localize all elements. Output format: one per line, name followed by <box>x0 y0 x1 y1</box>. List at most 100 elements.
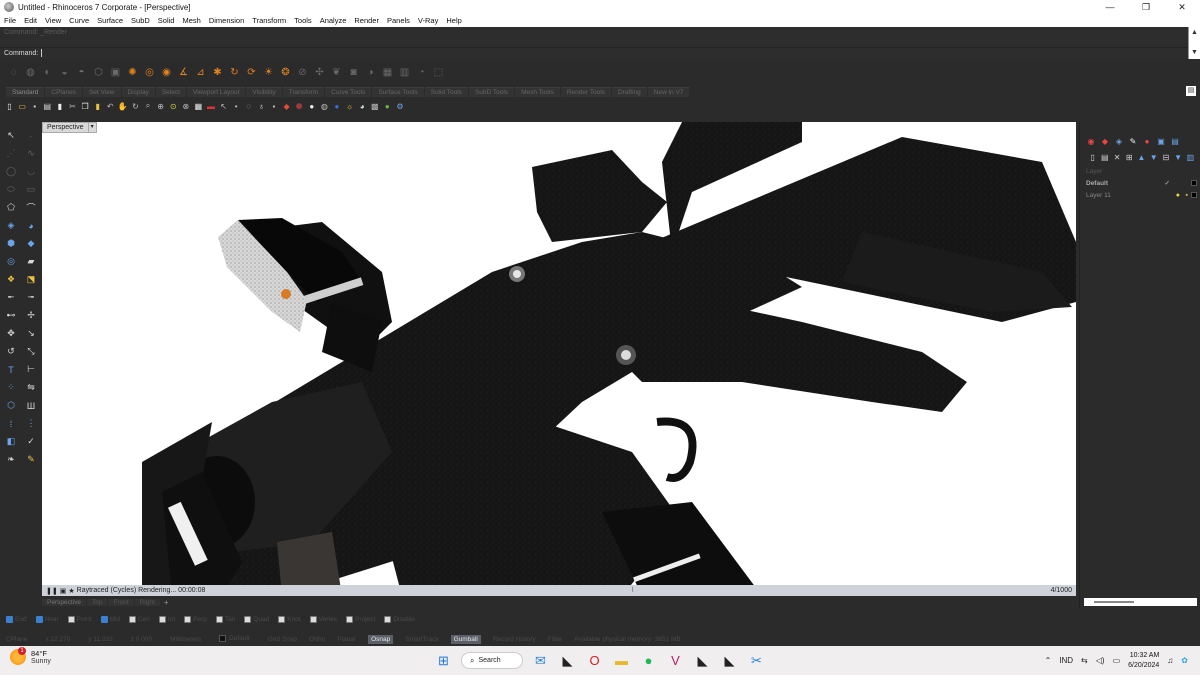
osnap-perp[interactable]: Perp <box>184 615 207 623</box>
target-icon[interactable]: ◎ <box>142 65 157 80</box>
chevron-up-icon[interactable]: ⌃ <box>1045 656 1052 665</box>
osnap-disable[interactable]: Disable <box>384 615 415 623</box>
mail-app-icon[interactable]: ✉ <box>531 651 550 670</box>
grid-points-icon[interactable]: ⁞ <box>2 415 20 432</box>
viewport-tab-perspective[interactable]: Perspective <box>42 598 86 606</box>
extrude-icon[interactable]: ⬡ <box>91 65 106 80</box>
zoom-selected-icon[interactable]: ⊗ <box>180 101 191 112</box>
free-curve-icon[interactable]: ⌒ <box>22 199 40 216</box>
zoom-icon[interactable]: ⌕ <box>143 101 154 112</box>
curve-tool-icon[interactable]: ◌ <box>6 65 21 80</box>
scale-icon[interactable]: ⤡ <box>22 343 40 360</box>
save-icon[interactable]: ▪ <box>29 101 40 112</box>
frame-icon[interactable]: ⬚ <box>431 65 446 80</box>
point-icon[interactable]: • <box>231 101 242 112</box>
materials-tab-icon[interactable]: ✎ <box>1127 136 1139 146</box>
tree-icon[interactable]: ❦ <box>329 65 344 80</box>
layer-icon[interactable]: ◆ <box>281 101 292 112</box>
tab-viewport-layout[interactable]: Viewport Layout <box>186 87 246 97</box>
more-tabs-icon[interactable]: ▤ <box>1186 86 1196 96</box>
new-file-icon[interactable]: ▯ <box>4 101 15 112</box>
pan-hand-icon[interactable]: ✋ <box>117 101 128 112</box>
network-icon[interactable]: ⇆ <box>1081 656 1088 665</box>
layer-tree-icon[interactable]: ⊞ <box>1124 152 1135 162</box>
open-folder-icon[interactable]: ▭ <box>17 101 28 112</box>
tab-standard[interactable]: Standard <box>6 87 45 97</box>
cut-icon[interactable]: ✂ <box>67 101 78 112</box>
opera-browser-icon[interactable]: O <box>585 651 604 670</box>
blend-icon[interactable]: ❧ <box>2 451 20 468</box>
split-icon[interactable]: ╼ <box>22 289 40 306</box>
notification-bell-icon[interactable]: ♫ <box>1167 656 1173 665</box>
tab-drafting[interactable]: Drafting <box>612 87 647 97</box>
panel-scrollbar[interactable] <box>1084 598 1197 606</box>
cylinder-icon[interactable]: ⬢ <box>2 235 20 252</box>
osnap-int[interactable]: Int <box>158 615 175 623</box>
ellipse-icon[interactable]: ⬭ <box>2 181 20 198</box>
copy-object-icon[interactable]: ↘ <box>22 325 40 342</box>
command-line[interactable]: Command: <box>0 47 1188 59</box>
render-icon[interactable]: ☼ <box>344 101 355 112</box>
new-layer-icon[interactable]: ▯ <box>1087 152 1098 162</box>
pane-ortho[interactable]: Ortho <box>309 636 325 643</box>
print-icon[interactable]: ▤ <box>42 101 53 112</box>
layer-row[interactable]: Layer 11 ● ▪ <box>1080 189 1200 201</box>
viewport-tab-right[interactable]: Right <box>134 598 160 606</box>
file-explorer-icon[interactable]: ▬ <box>612 651 631 670</box>
scroll-up-icon[interactable]: ▲ <box>1189 27 1200 39</box>
rhino-app-icon[interactable]: ◣ <box>558 651 577 670</box>
cplane-icon[interactable]: ▬ <box>206 101 217 112</box>
osnap-mid[interactable]: Mid <box>100 615 120 623</box>
layers-tab-icon[interactable]: ◆ <box>1099 136 1111 146</box>
paste-icon[interactable]: ▮ <box>92 101 103 112</box>
spot-light-icon[interactable]: ◉ <box>159 65 174 80</box>
link-icon[interactable]: ⊘ <box>295 65 310 80</box>
zoom-extents-icon[interactable]: ⊙ <box>168 101 179 112</box>
rotate-icon[interactable]: ↻ <box>227 65 242 80</box>
viewport-menu-icon[interactable]: ▾ <box>88 122 97 133</box>
osnap-project[interactable]: Project <box>346 615 375 623</box>
arc-icon[interactable]: ◡ <box>22 163 40 180</box>
scroll-down-icon[interactable]: ▼ <box>1189 47 1200 59</box>
rectangle-icon[interactable]: ▭ <box>22 181 40 198</box>
filter-icon[interactable]: ▼ <box>1173 152 1184 162</box>
spin-icon[interactable]: ⟳ <box>244 65 259 80</box>
box-edit-icon[interactable]: ▣ <box>108 65 123 80</box>
pane-record-history[interactable]: Record History <box>493 636 536 643</box>
osnap-vertex[interactable]: Vertex <box>309 615 337 623</box>
mirror-icon[interactable]: ⇋ <box>22 379 40 396</box>
sphere-icon[interactable]: ◕ <box>22 217 40 234</box>
options-gear-icon[interactable]: ⚙ <box>394 101 405 112</box>
sphere-shaded-icon[interactable]: ● <box>306 101 317 112</box>
menu-edit[interactable]: Edit <box>24 16 37 25</box>
torus-icon[interactable]: ◎ <box>2 253 20 270</box>
clock[interactable]: 10:32 AM 6/20/2024 <box>1128 651 1159 671</box>
move-up-icon[interactable]: ▲ <box>1136 152 1147 162</box>
osnap-end[interactable]: End <box>6 615 27 623</box>
osnap-knot[interactable]: Knot <box>278 615 301 623</box>
render-tab-icon[interactable]: ◈ <box>1113 136 1125 146</box>
windows-start-icon[interactable]: ⊞ <box>434 651 453 670</box>
menu-vray[interactable]: V-Ray <box>418 16 438 25</box>
control-points-icon[interactable]: ⋮ <box>22 415 40 432</box>
pane-planar[interactable]: Planar <box>337 636 356 643</box>
menu-view[interactable]: View <box>45 16 61 25</box>
tab-cplanes[interactable]: CPlanes <box>45 87 82 97</box>
tab-mesh-tools[interactable]: Mesh Tools <box>515 87 560 97</box>
osnap-near[interactable]: Near <box>35 615 59 623</box>
four-views-icon[interactable]: ▦ <box>193 101 204 112</box>
analyze-icon[interactable]: Ш <box>22 397 40 414</box>
circle-icon[interactable]: ◯ <box>2 163 20 180</box>
lock-render-icon[interactable]: ▣ <box>60 587 67 595</box>
join-icon[interactable]: ⊷ <box>2 307 20 324</box>
osnap-quad[interactable]: Quad <box>244 615 269 623</box>
rotate-object-icon[interactable]: ↺ <box>2 343 20 360</box>
texture-map-icon[interactable]: ▩ <box>369 101 380 112</box>
properties-tab-icon[interactable]: ◉ <box>1085 136 1097 146</box>
select-arrow-icon[interactable]: ↖ <box>2 127 20 144</box>
menu-help[interactable]: Help <box>446 16 461 25</box>
units-label[interactable]: Millimeters <box>170 636 201 643</box>
light-bulb-icon[interactable]: ♁ <box>256 101 267 112</box>
layer-color-icon[interactable] <box>1191 180 1197 186</box>
checkbox[interactable] <box>384 615 392 623</box>
